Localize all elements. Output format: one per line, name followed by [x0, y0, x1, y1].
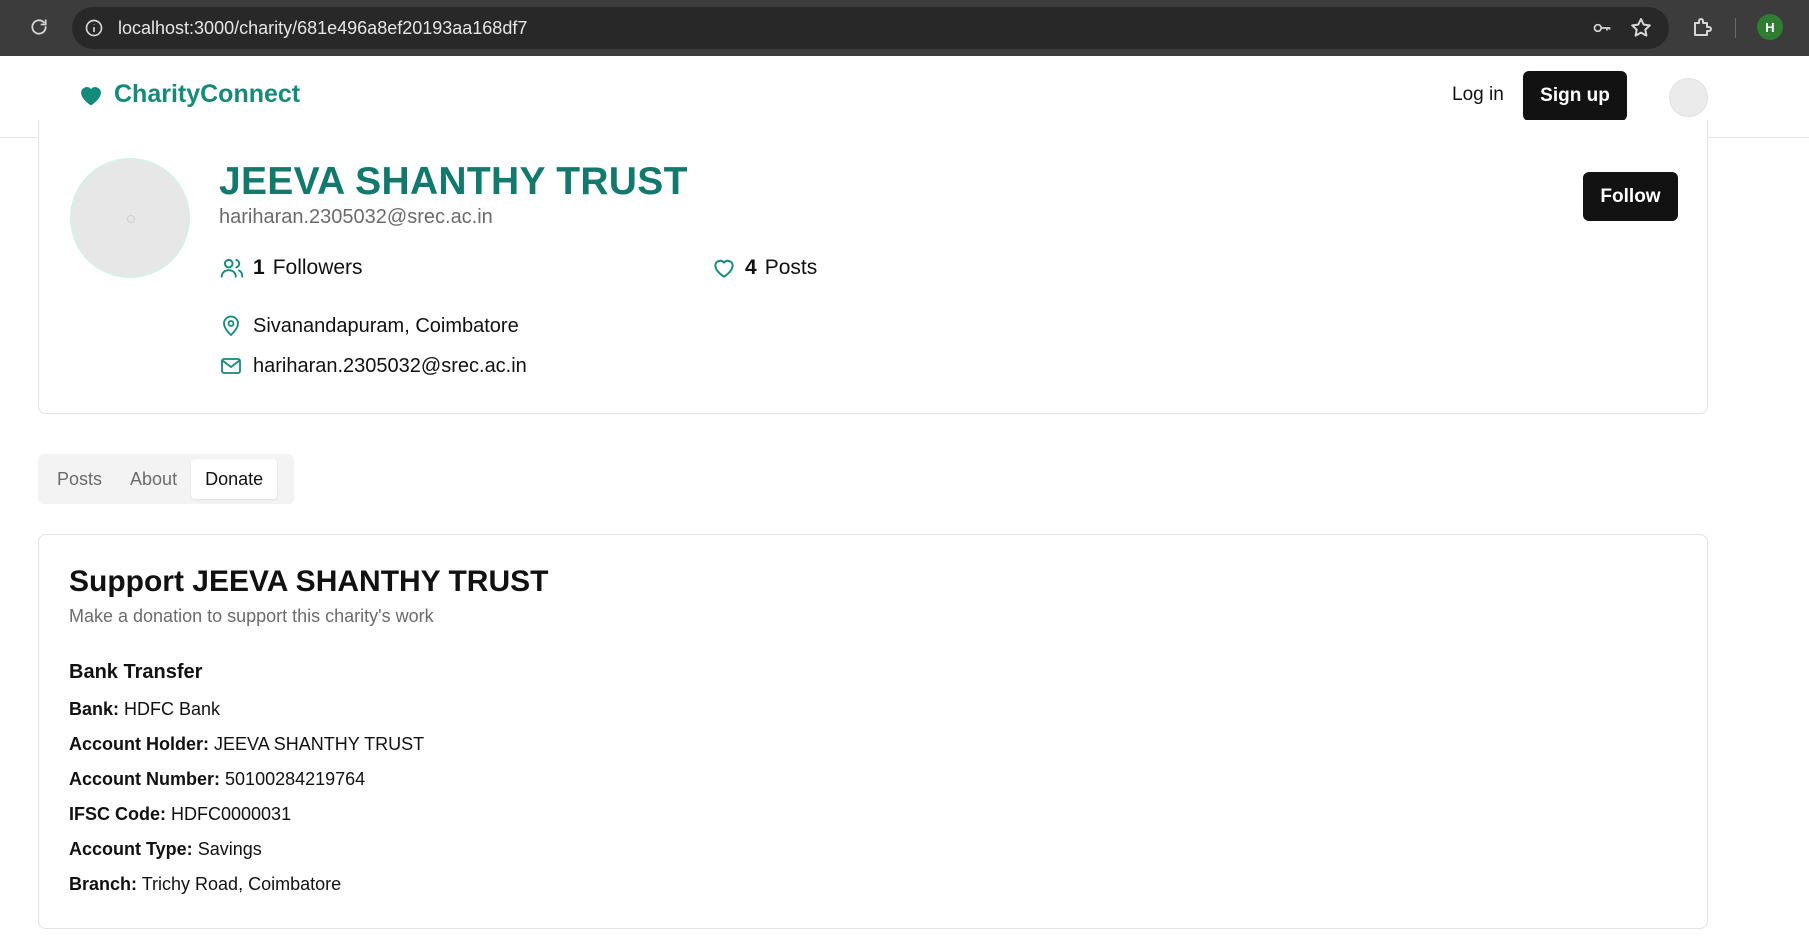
account-type-value: Savings: [197, 839, 262, 859]
users-icon: [220, 258, 244, 278]
profile-tabs: Posts About Donate: [38, 454, 294, 504]
branch-label: Branch:: [69, 874, 138, 894]
charity-email-subtitle: hariharan.2305032@srec.ac.in: [219, 206, 493, 228]
account-number-row: Account Number: 50100284219764: [69, 769, 365, 790]
address-bar[interactable]: localhost:3000/charity/681e496a8ef20193a…: [72, 7, 1669, 49]
key-icon[interactable]: [1591, 18, 1613, 38]
account-type-label: Account Type:: [69, 839, 193, 859]
browser-toolbar: localhost:3000/charity/681e496a8ef20193a…: [0, 0, 1809, 56]
charity-name: JEEVA SHANTHY TRUST: [219, 160, 688, 203]
map-pin-icon: [223, 315, 239, 337]
branch-row: Branch: Trichy Road, Coimbatore: [69, 874, 341, 895]
charity-avatar: [70, 158, 190, 278]
posts-label: Posts: [764, 256, 818, 279]
bank-row: Bank: HDFC Bank: [69, 699, 220, 720]
url-text[interactable]: localhost:3000/charity/681e496a8ef20193a…: [118, 18, 527, 38]
branch-value: Trichy Road, Coimbatore: [141, 874, 342, 894]
account-holder-row: Account Holder: JEEVA SHANTHY TRUST: [69, 734, 424, 755]
followers-label: Followers: [272, 256, 363, 279]
posts-count: 4: [745, 256, 757, 279]
avatar[interactable]: [1669, 78, 1708, 117]
mail-icon: [221, 358, 241, 374]
location-row: Sivanandapuram, Coimbatore: [219, 314, 519, 338]
charity-profile-card: JEEVA SHANTHY TRUST hariharan.2305032@sr…: [38, 120, 1708, 414]
follow-button[interactable]: Follow: [1583, 172, 1678, 221]
browser-profile-avatar[interactable]: H: [1757, 14, 1783, 40]
bank-value: HDFC Bank: [124, 699, 221, 719]
ifsc-code-value: HDFC0000031: [171, 804, 292, 824]
brand-name: CharityConnect: [114, 80, 301, 108]
heart-icon: [81, 86, 101, 105]
extensions-icon[interactable]: [1690, 15, 1714, 39]
email-text[interactable]: hariharan.2305032@srec.ac.in: [253, 355, 527, 378]
ifsc-code-label: IFSC Code:: [69, 804, 166, 824]
tab-posts[interactable]: Posts: [43, 459, 116, 499]
brand-logo[interactable]: CharityConnect: [76, 80, 300, 109]
account-number-value: 50100284219764: [225, 769, 366, 789]
posts-stat: 4 Posts: [711, 255, 817, 281]
account-type-row: Account Type: Savings: [69, 839, 262, 860]
tab-about[interactable]: About: [116, 459, 191, 499]
tab-donate[interactable]: Donate: [191, 459, 278, 499]
donate-subtitle: Make a donation to support this charity'…: [69, 606, 434, 626]
followers-stat: 1 Followers: [219, 255, 363, 281]
star-icon[interactable]: [1629, 16, 1653, 40]
donate-card: Support JEEVA SHANTHY TRUST Make a donat…: [38, 534, 1708, 929]
signup-button[interactable]: Sign up: [1523, 71, 1627, 121]
account-number-label: Account Number:: [69, 769, 221, 789]
account-holder-label: Account Holder:: [69, 734, 210, 754]
email-row: hariharan.2305032@srec.ac.in: [219, 354, 527, 378]
location-text: Sivanandapuram, Coimbatore: [253, 314, 519, 337]
account-holder-value: JEEVA SHANTHY TRUST: [214, 734, 425, 754]
bank-transfer-heading: Bank Transfer: [69, 661, 203, 683]
site-info-icon[interactable]: [84, 18, 104, 38]
reload-icon[interactable]: [26, 14, 52, 40]
bank-label: Bank:: [69, 699, 120, 719]
heart-outline-icon: [714, 259, 734, 278]
donate-title: Support JEEVA SHANTHY TRUST: [69, 565, 549, 598]
ifsc-code-row: IFSC Code: HDFC0000031: [69, 804, 291, 825]
toolbar-divider: [1735, 18, 1736, 38]
login-link[interactable]: Log in: [1452, 84, 1504, 106]
followers-count: 1: [253, 256, 265, 279]
